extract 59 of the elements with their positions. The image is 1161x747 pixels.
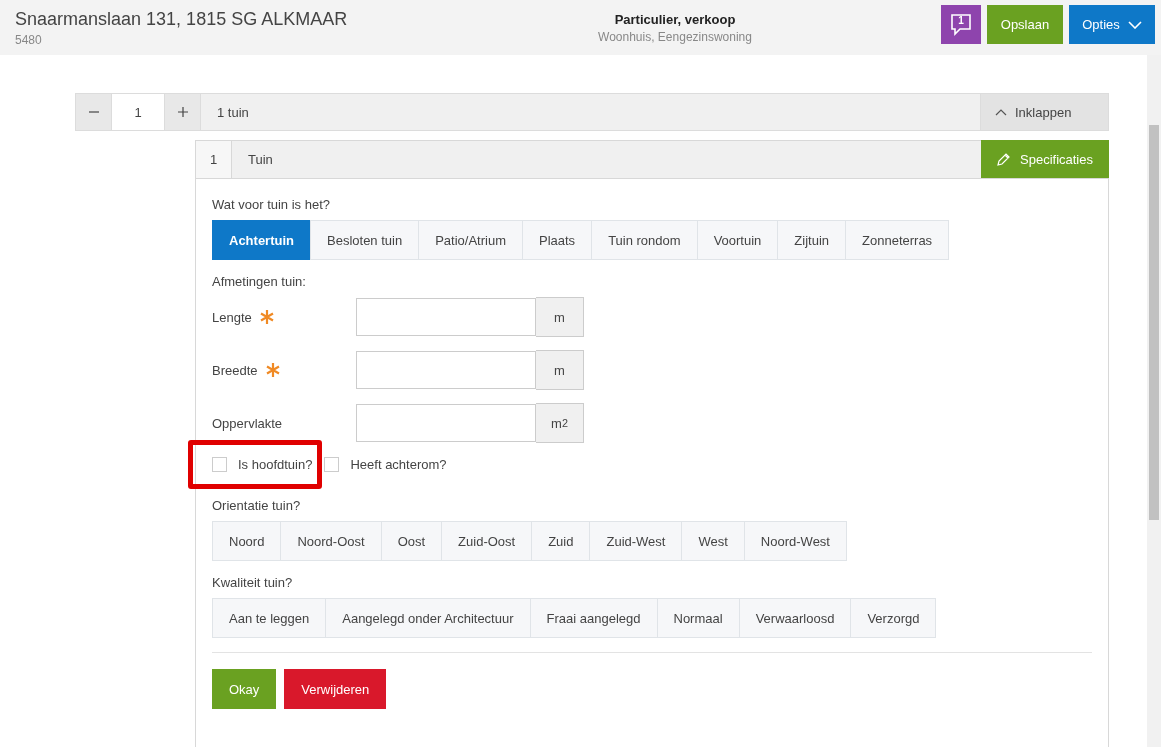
option-button[interactable]: Verzorgd (850, 598, 937, 638)
input-field[interactable] (356, 404, 536, 442)
option-button[interactable]: Fraai aangelegd (529, 598, 658, 638)
input-field[interactable] (356, 298, 536, 336)
option-button[interactable]: Besloten tuin (310, 220, 420, 260)
field-label: Lengte (212, 309, 252, 325)
options-button[interactable]: Opties (1069, 5, 1155, 44)
option-button[interactable]: Zuid (531, 521, 591, 561)
plus-icon (177, 107, 188, 117)
checkbox-label: Is hoofdtuin? (238, 457, 313, 472)
option-button[interactable]: West (681, 521, 745, 561)
object-code: 5480 (15, 32, 43, 47)
speech-bubble-icon (950, 12, 972, 37)
unit-label: m (536, 297, 584, 337)
type-title: Particulier, verkoop (613, 11, 737, 27)
address-title: Snaarmanslaan 131, 1815 SG ALKMAAR (15, 8, 349, 30)
scrollbar[interactable] (1147, 55, 1161, 747)
option-button[interactable]: Voortuin (696, 220, 779, 260)
option-button[interactable]: Oost (380, 521, 443, 561)
option-button[interactable]: Zijtuin (777, 220, 846, 260)
item-number: 1 (196, 141, 232, 178)
decrement-button[interactable] (76, 94, 112, 130)
option-button[interactable]: Patio/Atrium (418, 220, 523, 260)
comments-button[interactable]: 1 (941, 5, 981, 44)
increment-button[interactable] (165, 94, 201, 130)
quantity-field[interactable]: 1 (112, 94, 165, 130)
option-button[interactable]: Aan te leggen (212, 598, 327, 638)
chevron-down-icon (1127, 20, 1142, 29)
field-label: Breedte (212, 362, 258, 378)
pencil-icon (997, 152, 1010, 166)
option-button[interactable]: Achtertuin (212, 220, 311, 260)
unit-label: m (536, 350, 584, 390)
checkbox[interactable] (212, 457, 227, 472)
option-button[interactable]: Plaats (522, 220, 593, 260)
section-label: Afmetingen tuin: (212, 274, 307, 289)
item-title: Tuin (247, 151, 274, 169)
question-label: Kwaliteit tuin? (212, 575, 294, 590)
checkbox[interactable] (324, 457, 340, 472)
checkbox-label: Heeft achterom? (350, 457, 447, 472)
option-button[interactable]: Noord-West (743, 521, 847, 561)
question-label: Orientatie tuin? (212, 498, 302, 513)
option-button[interactable]: Noord (212, 521, 282, 561)
type-subtitle: Woonhuis, Eengezinswoning (597, 29, 753, 44)
option-button[interactable]: Aangelegd onder Architectuur (325, 598, 531, 638)
option-button[interactable]: Zonneterras (845, 220, 950, 260)
field-label: Oppervlakte (212, 415, 283, 431)
option-button[interactable]: Zuid-West (589, 521, 683, 561)
option-button[interactable]: Verwaarloosd (738, 598, 852, 638)
option-button[interactable]: Noord-Oost (280, 521, 382, 561)
option-button[interactable]: Tuin rondom (591, 220, 698, 260)
input-field[interactable] (356, 351, 536, 389)
option-button[interactable]: Zuid-Oost (441, 521, 533, 561)
option-button[interactable]: Normaal (656, 598, 740, 638)
chevron-up-icon (995, 108, 1007, 116)
delete-button[interactable]: Verwijderen (284, 669, 387, 709)
comment-count: 1 (957, 15, 965, 26)
count-summary: 1 tuin (216, 103, 250, 122)
collapse-button[interactable]: Inklappen (980, 94, 1108, 130)
question-label: Wat voor tuin is het? (212, 197, 331, 212)
